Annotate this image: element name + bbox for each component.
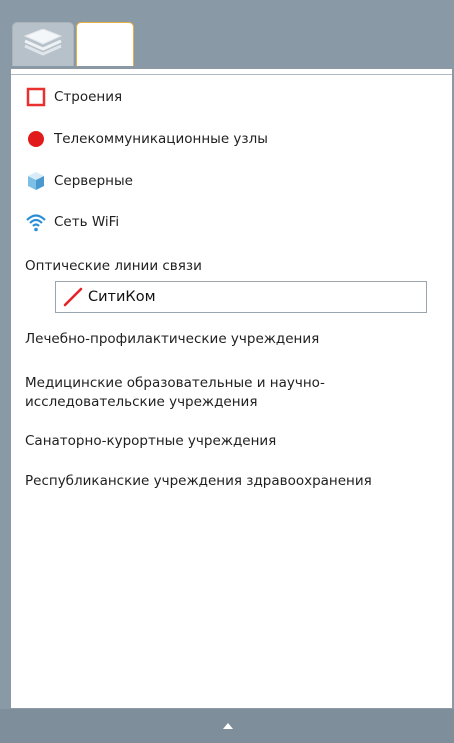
legend-item-buildings[interactable]: Строения — [25, 86, 122, 108]
server-cube-icon — [25, 170, 47, 192]
legend-item-label: Сеть WiFi — [54, 214, 120, 230]
red-dot-icon — [25, 128, 47, 150]
legend-panel: Строения Телекоммуникационные узлы Серве… — [10, 68, 453, 709]
bottom-bar — [0, 709, 454, 743]
outlined-square-icon — [25, 86, 47, 108]
tab-layers[interactable] — [12, 22, 74, 66]
legend-item-wifi[interactable]: Сеть WiFi — [25, 211, 119, 233]
legend-item-citycom[interactable]: СитиКом — [55, 281, 427, 313]
legend-item-label: СитиКом — [88, 289, 156, 305]
legend-item-telecom-nodes[interactable]: Телекоммуникационные узлы — [25, 128, 268, 150]
legend-item-server-rooms[interactable]: Серверные — [25, 170, 133, 192]
layers-icon — [23, 29, 63, 56]
legend-item-label: Серверные — [54, 173, 133, 189]
legend-item-label: Строения — [54, 89, 123, 105]
tab-blank[interactable] — [76, 22, 134, 66]
optical-lines-heading: Оптические линии связи — [25, 258, 202, 274]
category-item[interactable]: Санаторно-курортные учреждения — [25, 432, 276, 451]
category-item[interactable]: Лечебно-профилактические учреждения — [25, 330, 319, 349]
legend-item-label: Телекоммуникационные узлы — [54, 131, 268, 147]
category-item[interactable]: Республиканские учреждения здравоохранен… — [25, 472, 372, 491]
wifi-icon — [25, 211, 47, 233]
collapse-toggle[interactable] — [219, 717, 237, 735]
category-item[interactable]: Медицинские образовательные и научно- ис… — [25, 374, 325, 412]
panel-divider — [11, 74, 452, 75]
chevron-up-icon — [223, 723, 233, 729]
tab-bar — [0, 0, 454, 68]
red-line-icon — [63, 287, 83, 307]
